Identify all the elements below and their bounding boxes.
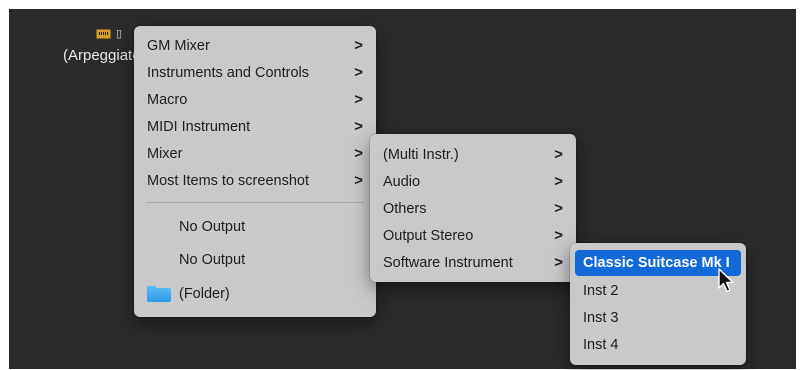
chevron-right-icon: > (554, 227, 563, 244)
menu-item-software-instrument[interactable]: Software Instrument > (375, 250, 571, 276)
menu-item-label: Inst 2 (583, 283, 619, 299)
menu-item-multi-instr[interactable]: (Multi Instr.) > (375, 142, 571, 168)
menu-item-inst-2[interactable]: Inst 2 (575, 278, 741, 304)
menu-item-label: Inst 4 (583, 337, 619, 353)
folder-icon (147, 286, 171, 302)
menu-item-label: (Multi Instr.) (383, 147, 459, 163)
chevron-right-icon: > (354, 91, 363, 108)
menu-item-no-output-2[interactable]: No Output (139, 247, 371, 273)
menu-item-others[interactable]: Others > (375, 196, 571, 222)
chevron-right-icon: > (354, 145, 363, 162)
menu-item-label: Instruments and Controls (147, 65, 309, 81)
chevron-right-icon: > (554, 173, 563, 190)
track-name[interactable]: (Arpeggiator) (63, 46, 134, 66)
menu-item-label: No Output (179, 219, 246, 235)
menu-item-label: MIDI Instrument (147, 119, 251, 135)
chevron-right-icon: > (354, 64, 363, 81)
menu-item-label: Classic Suitcase Mk I (583, 255, 730, 271)
menu-item-label: Most Items to screenshot (147, 173, 309, 189)
menu-item-no-output-1[interactable]: No Output (139, 214, 371, 240)
menu-item-label: Others (383, 201, 427, 217)
menu-item-midi-instrument[interactable]: MIDI Instrument > (139, 114, 371, 140)
menu-item-label: Macro (147, 92, 188, 108)
menu-item-gm-mixer[interactable]: GM Mixer > (139, 33, 371, 59)
menu-item-label: Inst 3 (583, 310, 619, 326)
context-submenu-mixer: (Multi Instr.) > Audio > Others > Output… (370, 134, 576, 282)
context-submenu-software-instrument: Classic Suitcase Mk I Inst 2 Inst 3 Inst… (570, 243, 746, 365)
chevron-right-icon: > (354, 37, 363, 54)
menu-item-classic-suitcase[interactable]: Classic Suitcase Mk I (575, 250, 741, 276)
menu-item-audio[interactable]: Audio > (375, 169, 571, 195)
menu-item-label: Software Instrument (383, 255, 513, 271)
chevron-right-icon: > (554, 254, 563, 271)
mouse-pointer-icon (718, 268, 734, 293)
menu-item-label: Output Stereo (383, 228, 474, 244)
menu-item-most-items[interactable]: Most Items to screenshot > (139, 168, 371, 194)
menu-item-output-stereo[interactable]: Output Stereo > (375, 223, 571, 249)
keyboard-icon (96, 29, 111, 39)
menu-item-label: Audio (383, 174, 421, 190)
chevron-right-icon: > (354, 172, 363, 189)
menu-item-label: Mixer (147, 146, 183, 162)
chevron-right-icon: > (354, 118, 363, 135)
menu-item-inst-4[interactable]: Inst 4 (575, 332, 741, 358)
menu-item-inst-3[interactable]: Inst 3 (575, 305, 741, 331)
context-menu-main: GM Mixer > Instruments and Controls > Ma… (134, 26, 376, 317)
chevron-right-icon: > (554, 200, 563, 217)
menu-item-instruments-and-controls[interactable]: Instruments and Controls > (139, 60, 371, 86)
menu-item-label: GM Mixer (147, 38, 210, 54)
midi-region-icon: ▯ (116, 28, 123, 40)
menu-item-mixer[interactable]: Mixer > (139, 141, 371, 167)
menu-item-label: (Folder) (179, 286, 230, 302)
menu-item-label: No Output (179, 252, 246, 268)
menu-item-macro[interactable]: Macro > (139, 87, 371, 113)
menu-item-folder[interactable]: (Folder) (139, 281, 371, 307)
chevron-right-icon: > (554, 146, 563, 163)
menu-separator (146, 202, 364, 203)
